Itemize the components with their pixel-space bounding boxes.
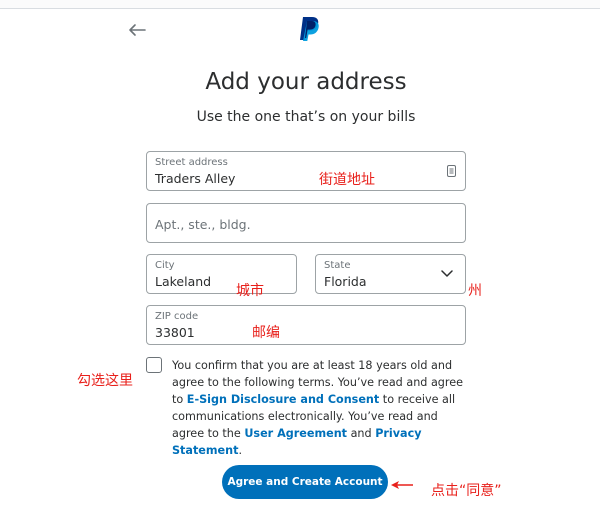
street-annotation: 街道地址 [319,172,375,188]
paypal-logo [300,17,319,41]
state-label: State [324,260,351,271]
state-value: Florida [324,274,367,289]
user-agreement-link[interactable]: User Agreement [244,427,347,440]
state-select[interactable]: State Florida [315,254,466,294]
zip-code-field[interactable]: ZIP code 33801 [146,305,466,345]
apt-placeholder: Apt., ste., bldg. [155,217,251,232]
zip-code-label: ZIP code [155,311,199,322]
agree-create-account-button[interactable]: Agree and Create Account [222,465,388,499]
red-arrow-icon [391,481,413,489]
esign-disclosure-link[interactable]: E-Sign Disclosure and Consent [187,393,379,406]
terms-text: You confirm that you are at least 18 yea… [172,357,472,459]
city-value: Lakeland [155,274,212,289]
city-field[interactable]: City Lakeland [146,254,297,294]
top-bar [0,0,600,9]
button-annotation: 点击“同意” [431,483,502,499]
state-annotation: 州 [468,283,482,299]
city-label: City [155,260,175,271]
terms-text-part4: . [238,444,243,457]
page-subtitle: Use the one that’s on your bills [196,109,416,125]
back-arrow-icon[interactable] [127,21,147,39]
terms-text-part3: and [347,427,376,440]
checkbox-annotation: 勾选这里 [77,373,133,389]
street-address-value: Traders Alley [155,171,236,186]
zip-code-value: 33801 [155,325,195,340]
apt-field[interactable]: Apt., ste., bldg. [146,203,466,243]
chevron-down-icon [441,270,453,277]
street-address-label: Street address [155,157,228,168]
page-title: Add your address [205,69,407,95]
street-address-field[interactable]: Street address Traders Alley [146,151,466,191]
page: Add your address Use the one that’s on y… [0,0,600,528]
terms-checkbox[interactable] [146,357,162,373]
zip-annotation: 邮编 [252,325,280,341]
city-annotation: 城市 [236,283,264,299]
address-book-icon [447,165,456,177]
